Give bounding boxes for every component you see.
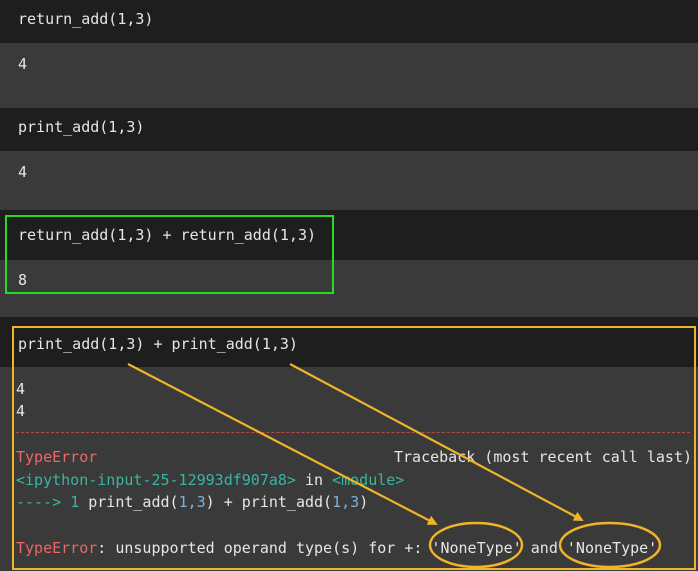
annotation-ellipse-2: [558, 521, 662, 569]
annotation-arrow-1: [127, 363, 438, 525]
annotation-arrow-2: [289, 363, 584, 521]
annotation-overlay: [127, 363, 662, 569]
annotation-ellipse-1: [428, 521, 524, 569]
